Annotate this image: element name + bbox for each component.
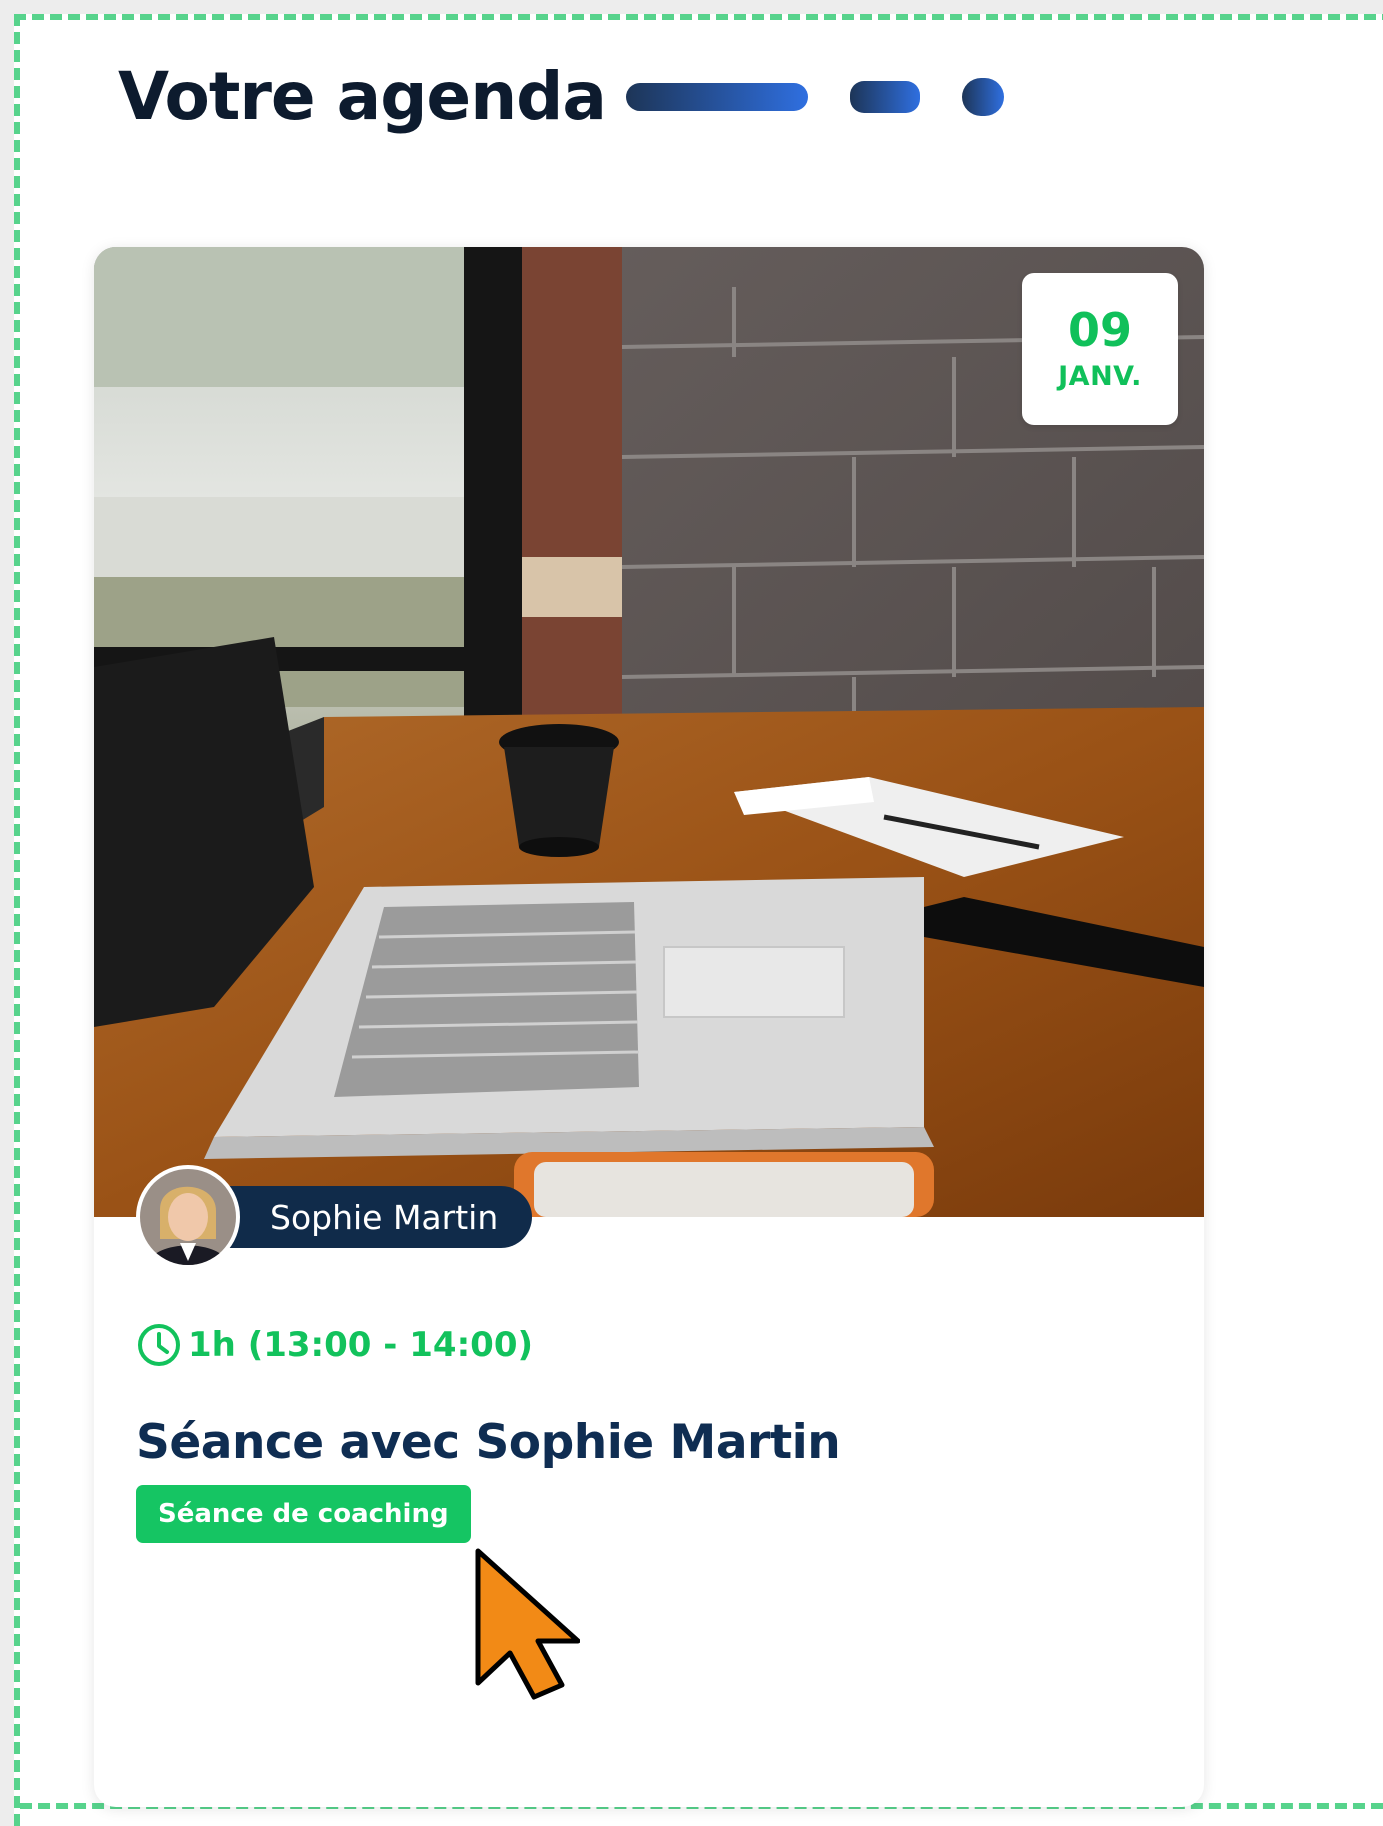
decor-pill-long [625, 83, 808, 111]
session-type-tag[interactable]: Séance de coaching [136, 1485, 471, 1543]
date-badge: 09 JANV. [1022, 273, 1178, 425]
event-title[interactable]: Séance avec Sophie Martin [136, 1415, 841, 1470]
title-decoration [625, 78, 1004, 116]
decor-pill-dot [961, 78, 1004, 116]
host-chip[interactable]: Sophie Martin [136, 1162, 533, 1272]
avatar [136, 1165, 240, 1269]
decor-pill-medium [849, 81, 920, 113]
clock-icon [138, 1324, 180, 1366]
agenda-header: Votre agenda [118, 52, 1004, 142]
date-month: JANV. [1058, 360, 1142, 392]
date-day: 09 [1067, 302, 1132, 357]
event-time: 1h (13:00 - 14:00) [136, 1322, 533, 1368]
event-photo: 09 JANV. [94, 247, 1204, 1217]
event-card[interactable]: 09 JANV. Sophie Martin 1h (13:00 - 14:00… [94, 247, 1204, 1807]
page-title: Votre agenda [118, 58, 607, 135]
host-name: Sophie Martin [210, 1186, 533, 1248]
mouse-cursor-icon [475, 1548, 580, 1700]
time-text: 1h (13:00 - 14:00) [188, 1325, 534, 1365]
